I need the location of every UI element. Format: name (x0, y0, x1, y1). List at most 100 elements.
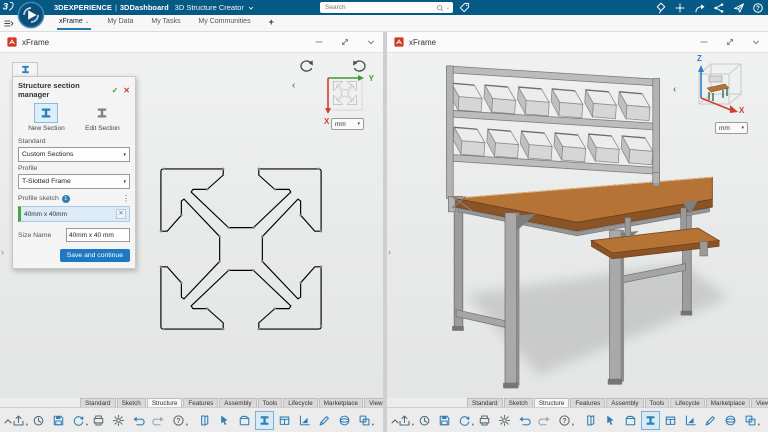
panel-flyout-icon[interactable]: › (1, 247, 4, 257)
collapse-toolbar-icon[interactable] (389, 415, 401, 427)
content-menu-icon[interactable] (3, 18, 14, 29)
size-name-label: Size Name (18, 232, 62, 239)
sketch-count-badge: 1 (62, 195, 70, 203)
minimize-icon[interactable] (314, 37, 324, 47)
sketch-menu-icon[interactable]: ⋮ (122, 194, 130, 203)
chamfer-tool[interactable] (701, 411, 720, 430)
frame-tool[interactable] (195, 411, 214, 430)
collapse-axis-widget-icon[interactable]: ‹ (292, 80, 295, 91)
assembly-pattern-tool[interactable]: ▾ (355, 411, 374, 430)
add-tab-button[interactable]: + (267, 15, 276, 32)
select-frame-tool[interactable] (601, 411, 620, 430)
app-switcher-caret-icon[interactable] (247, 4, 255, 12)
support-tool[interactable] (681, 411, 700, 430)
share-icon[interactable] (694, 2, 706, 14)
panel-tool[interactable] (275, 411, 294, 430)
dashboard-tab-xframe[interactable]: xFrame⌄ (57, 16, 91, 30)
panel-tool[interactable] (661, 411, 680, 430)
widget-menu-caret-icon[interactable] (366, 37, 376, 47)
profile-select[interactable]: T-Slotted Frame▾ (18, 174, 130, 189)
app-name: 3D Structure Creator (175, 3, 244, 12)
navigation-cube-widget[interactable]: Z X (687, 56, 749, 120)
redo-tool[interactable] (535, 411, 554, 430)
assistant-icon[interactable] (733, 2, 745, 14)
structure-section-tool[interactable] (641, 411, 660, 430)
settings-tool[interactable] (109, 411, 128, 430)
viewport-title: xFrame (409, 38, 436, 47)
add-content-icon[interactable] (674, 2, 686, 14)
expand-icon[interactable] (725, 37, 735, 47)
help-icon[interactable] (752, 2, 764, 14)
minimize-icon[interactable] (699, 37, 709, 47)
dialog-tab[interactable] (12, 62, 38, 76)
search-icon[interactable] (436, 4, 444, 12)
search-options-caret-icon[interactable]: ⌄ (446, 5, 450, 11)
new-section-button[interactable]: New Section (28, 103, 65, 132)
units-dropdown[interactable]: mm▾ (715, 122, 748, 134)
mini-bench-preview (707, 76, 729, 101)
search-input[interactable] (323, 3, 436, 12)
frame-network-tool[interactable] (621, 411, 640, 430)
collapse-toolbar-icon[interactable] (2, 415, 14, 427)
axis-y-label[interactable]: Y (369, 74, 374, 83)
sync-tool[interactable]: ▾ (69, 411, 88, 430)
size-name-input[interactable] (66, 228, 130, 242)
axis-x-label[interactable]: X (739, 106, 744, 115)
history-tool[interactable] (29, 411, 48, 430)
nav-tab-caret-icon[interactable]: ⌄ (85, 19, 90, 25)
brand-3dexperience: 3DEXPERIENCE (54, 3, 112, 12)
sphere-tool[interactable] (335, 411, 354, 430)
settings-tool[interactable] (495, 411, 514, 430)
sketch-selection-chip[interactable]: 40mm x 40mm ✕ (18, 206, 130, 222)
dialog-close-button[interactable]: ✕ (123, 86, 130, 95)
history-tool[interactable] (415, 411, 434, 430)
edit-section-button[interactable]: Edit Section (85, 103, 120, 132)
brand-3ddashboard: 3DDashboard (120, 3, 169, 12)
dashboard-tab-my-communities[interactable]: My Communities (196, 16, 252, 30)
save-and-continue-button[interactable]: Save and continue (60, 249, 130, 262)
panel-flyout-icon[interactable]: › (388, 247, 391, 257)
dialog-ok-button[interactable]: ✓ (112, 86, 119, 95)
notifications-icon[interactable] (655, 2, 667, 14)
save-tool[interactable] (49, 411, 68, 430)
expand-icon[interactable] (340, 37, 350, 47)
rotate-view-left-icon[interactable] (298, 58, 314, 74)
structure-section-tool[interactable] (255, 411, 274, 430)
social-icon[interactable] (713, 2, 725, 14)
select-frame-tool[interactable] (215, 411, 234, 430)
print-tool[interactable] (89, 411, 108, 430)
redo-tool[interactable] (149, 411, 168, 430)
sketch-canvas[interactable]: ‹ Y X mm▾ › (0, 52, 383, 398)
print-tool[interactable] (475, 411, 494, 430)
widget-menu-caret-icon[interactable] (751, 37, 761, 47)
dassault-systemes-logo[interactable]: 3 (2, 0, 18, 15)
application-window: 3 3DEXPERIENCE | 3DDashboard 3D Structur… (0, 0, 768, 432)
dashboard-tab-my-tasks[interactable]: My Tasks (149, 16, 182, 30)
chamfer-tool[interactable] (315, 411, 334, 430)
undo-tool[interactable] (515, 411, 534, 430)
units-dropdown[interactable]: mm▾ (331, 118, 364, 130)
collapse-axis-widget-icon[interactable]: ‹ (673, 84, 676, 95)
undo-tool[interactable] (129, 411, 148, 430)
frame-network-tool[interactable] (235, 411, 254, 430)
dashboard-tab-my-data[interactable]: My Data (105, 16, 135, 30)
help-tool[interactable]: ▾ (169, 411, 188, 430)
assembly-pattern-tool[interactable]: ▾ (741, 411, 760, 430)
save-tool[interactable] (435, 411, 454, 430)
viewport-header: xFrame (387, 32, 768, 53)
chip-remove-icon[interactable]: ✕ (116, 209, 126, 219)
frame-tool[interactable] (581, 411, 600, 430)
search-box[interactable]: ⌄ (320, 2, 453, 13)
sync-tool[interactable]: ▾ (455, 411, 474, 430)
axis-x-label[interactable]: X (324, 117, 329, 126)
support-tool[interactable] (295, 411, 314, 430)
tslot-profile-sketch[interactable] (152, 160, 330, 338)
help-tool[interactable]: ▾ (555, 411, 574, 430)
compass-logo-icon[interactable] (17, 1, 45, 29)
sphere-tool[interactable] (721, 411, 740, 430)
model-canvas[interactable]: ‹ (387, 52, 768, 398)
viewport-3d: xFrame (387, 32, 768, 432)
axis-z-label[interactable]: Z (697, 54, 702, 63)
tag-icon[interactable] (459, 2, 470, 13)
standard-select[interactable]: Custom Sections▾ (18, 147, 130, 162)
